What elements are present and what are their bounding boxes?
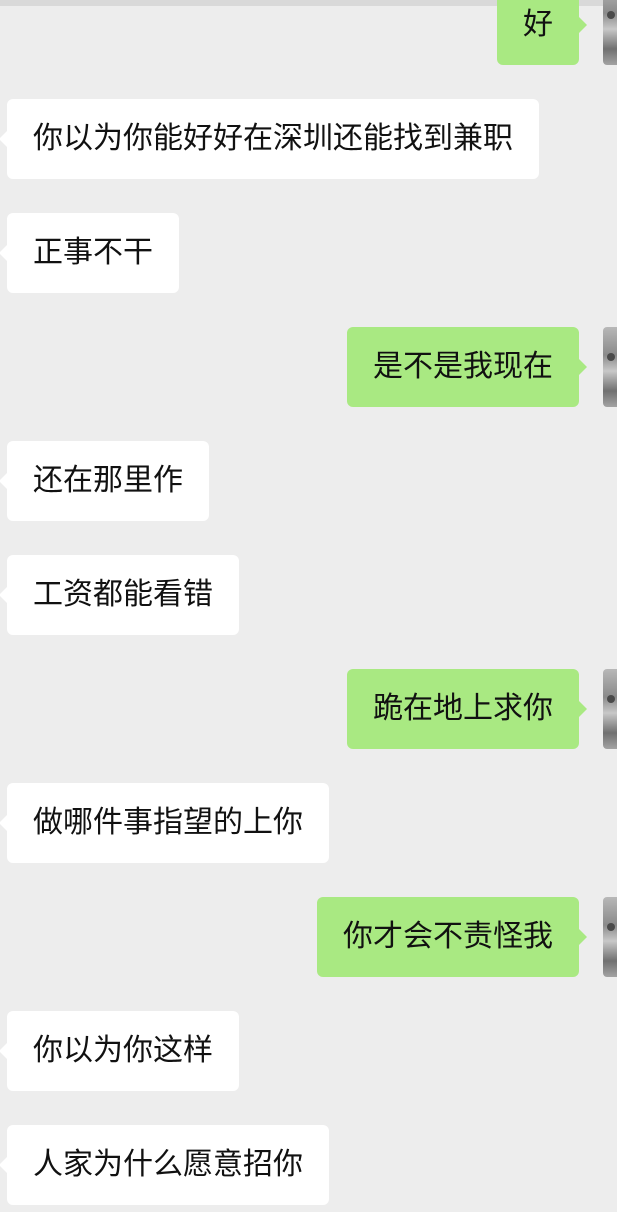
message-row-incoming: 你以为你这样 xyxy=(0,1011,617,1091)
message-bubble-incoming[interactable]: 你以为你能好好在深圳还能找到兼职 xyxy=(0,99,539,179)
message-row-outgoing: 你才会不责怪我 xyxy=(0,897,617,977)
message-row-incoming: 做哪件事指望的上你 xyxy=(0,783,617,863)
cat-avatar-icon[interactable] xyxy=(603,0,617,65)
message-bubble-incoming[interactable]: 做哪件事指望的上你 xyxy=(0,783,329,863)
message-bubble-outgoing[interactable]: 是不是我现在 xyxy=(347,327,587,407)
message-row-incoming: 正事不干 xyxy=(0,213,617,293)
message-row-incoming: 人家为什么愿意招你 xyxy=(0,1125,617,1205)
message-row-incoming: 工资都能看错 xyxy=(0,555,617,635)
message-bubble-outgoing[interactable]: 跪在地上求你 xyxy=(347,669,587,749)
message-bubble-incoming[interactable]: 人家为什么愿意招你 xyxy=(0,1125,329,1205)
message-bubble-incoming[interactable]: 工资都能看错 xyxy=(0,555,239,635)
message-row-outgoing: 跪在地上求你 xyxy=(0,669,617,749)
message-row-incoming: 你以为你能好好在深圳还能找到兼职 xyxy=(0,99,617,179)
message-row-outgoing: 好 xyxy=(0,0,617,65)
cat-avatar-icon[interactable] xyxy=(603,669,617,749)
message-bubble-incoming[interactable]: 还在那里作 xyxy=(0,441,209,521)
message-bubble-incoming[interactable]: 正事不干 xyxy=(0,213,179,293)
chat-message-list[interactable]: 好 你以为你能好好在深圳还能找到兼职 正事不干 是不是我现在 还在那里作 工资都… xyxy=(0,0,617,1212)
message-bubble-outgoing[interactable]: 你才会不责怪我 xyxy=(317,897,587,977)
cat-avatar-icon[interactable] xyxy=(603,897,617,977)
message-bubble-outgoing[interactable]: 好 xyxy=(497,0,587,65)
message-bubble-incoming[interactable]: 你以为你这样 xyxy=(0,1011,239,1091)
cat-avatar-icon[interactable] xyxy=(603,327,617,407)
message-row-incoming: 还在那里作 xyxy=(0,441,617,521)
message-row-outgoing: 是不是我现在 xyxy=(0,327,617,407)
